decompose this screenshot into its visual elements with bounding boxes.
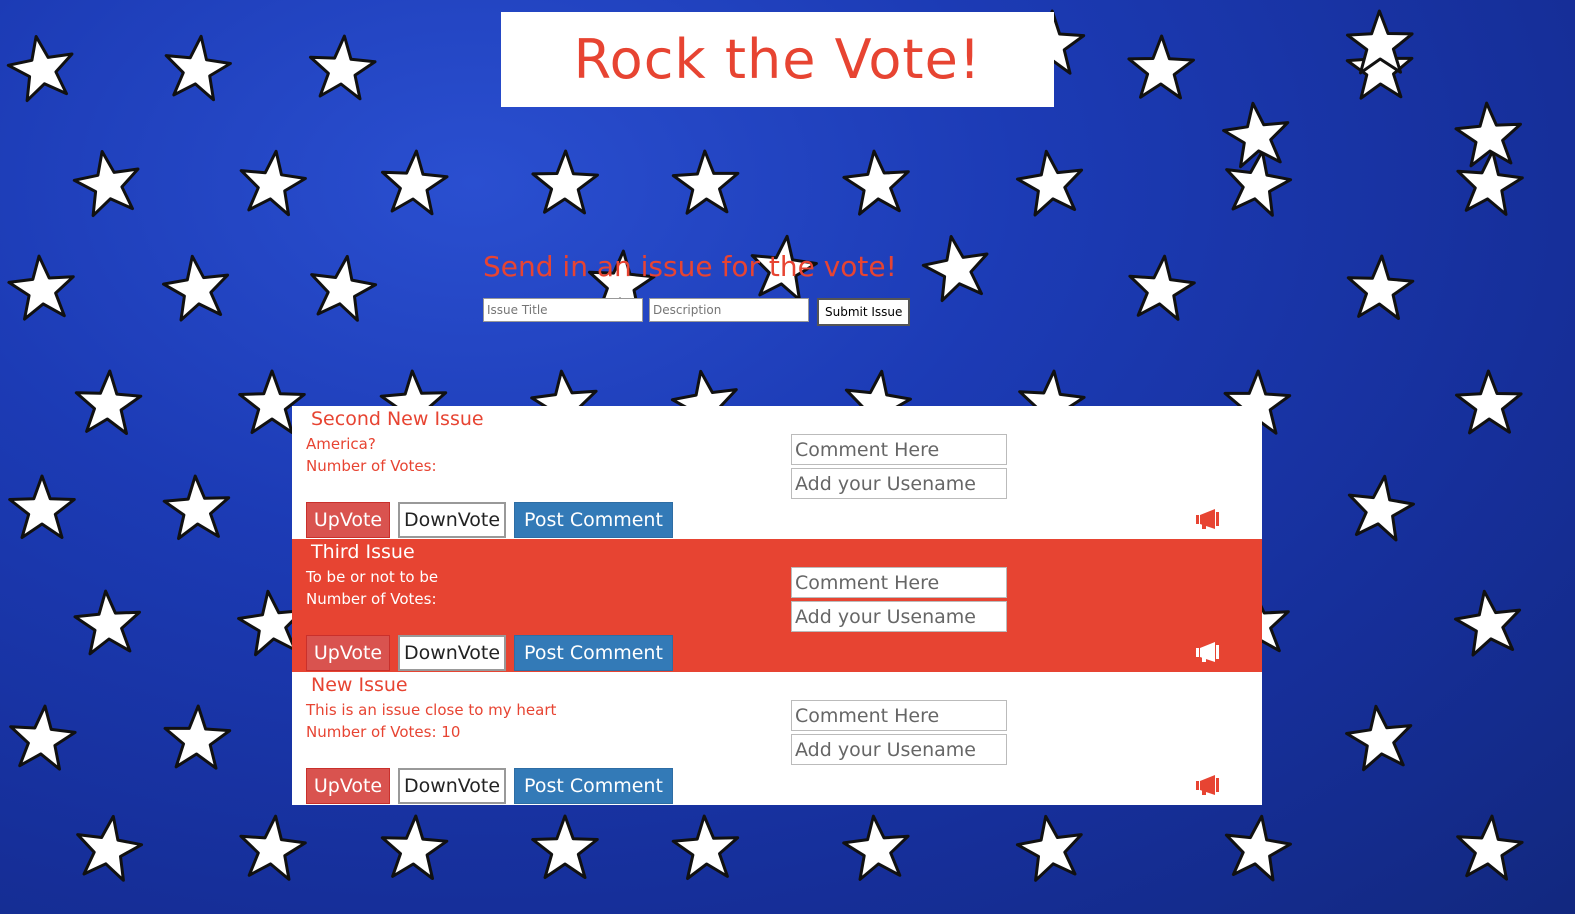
issue-title: New Issue — [311, 674, 408, 696]
post-comment-button[interactable]: Post Comment — [514, 768, 673, 804]
star-decoration — [1454, 589, 1522, 657]
star-decoration — [531, 149, 599, 215]
issue-description: America? — [306, 435, 376, 453]
star-decoration — [8, 474, 76, 539]
post-comment-button[interactable]: Post Comment — [514, 635, 673, 671]
star-decoration — [72, 150, 140, 218]
star-decoration — [1016, 149, 1084, 217]
star-decoration — [162, 474, 231, 540]
star-decoration — [309, 34, 377, 101]
issue-description: To be or not to be — [306, 568, 439, 586]
issue-description: This is an issue close to my heart — [306, 701, 557, 719]
star-decoration — [1454, 101, 1522, 168]
star-decoration — [163, 704, 232, 770]
downvote-button[interactable]: DownVote — [398, 502, 506, 538]
star-decoration — [1345, 704, 1413, 772]
issue-vote-count: Number of Votes: — [306, 457, 437, 475]
star-decoration — [1347, 474, 1415, 542]
issue-vote-count: Number of Votes: — [306, 590, 437, 608]
star-decoration — [1015, 814, 1083, 882]
star-decoration — [76, 814, 144, 882]
star-decoration — [1224, 814, 1292, 882]
issue-title: Second New Issue — [311, 408, 484, 430]
star-decoration — [9, 704, 77, 771]
star-decoration — [1456, 149, 1524, 216]
comment-input[interactable] — [791, 434, 1007, 465]
star-decoration — [239, 149, 307, 217]
star-decoration — [381, 149, 449, 216]
star-decoration — [6, 35, 74, 103]
submit-issue-button[interactable]: Submit Issue — [817, 298, 911, 326]
star-decoration — [671, 814, 740, 880]
issue-card: New Issue This is an issue close to my h… — [292, 672, 1262, 805]
comment-input[interactable] — [791, 567, 1007, 598]
comment-input[interactable] — [791, 700, 1007, 731]
upvote-button[interactable]: UpVote — [306, 768, 390, 804]
star-decoration — [1455, 369, 1523, 435]
star-decoration — [74, 369, 143, 435]
star-decoration — [380, 814, 449, 880]
star-decoration — [1128, 254, 1196, 321]
megaphone-icon[interactable] — [1196, 509, 1220, 529]
post-comment-button[interactable]: Post Comment — [514, 502, 673, 538]
username-input[interactable] — [791, 734, 1007, 765]
star-decoration — [164, 34, 232, 102]
issue-vote-count: Number of Votes: 10 — [306, 723, 461, 741]
star-decoration — [1456, 814, 1524, 881]
megaphone-icon[interactable] — [1196, 642, 1220, 662]
issue-description-input[interactable] — [649, 298, 809, 322]
star-decoration — [310, 254, 378, 322]
issue-title-input[interactable] — [483, 298, 643, 322]
submit-issue-form: Submit Issue — [483, 298, 911, 326]
downvote-button[interactable]: DownVote — [398, 768, 506, 804]
star-decoration — [162, 254, 230, 322]
star-decoration — [842, 149, 910, 216]
username-input[interactable] — [791, 468, 1007, 499]
megaphone-icon[interactable] — [1196, 775, 1220, 795]
star-decoration — [671, 149, 740, 215]
star-decoration — [1222, 101, 1290, 169]
title-banner: Rock the Vote! — [501, 12, 1054, 107]
star-decoration — [1127, 34, 1195, 100]
downvote-button[interactable]: DownVote — [398, 635, 506, 671]
star-decoration — [7, 254, 75, 321]
page-title: Rock the Vote! — [573, 28, 982, 91]
star-decoration — [1346, 254, 1415, 320]
username-input[interactable] — [791, 601, 1007, 632]
issue-card: Second New Issue America? Number of Vote… — [292, 406, 1262, 539]
issue-list: Second New Issue America? Number of Vote… — [292, 406, 1262, 805]
star-decoration — [239, 814, 307, 881]
upvote-button[interactable]: UpVote — [306, 502, 390, 538]
upvote-button[interactable]: UpVote — [306, 635, 390, 671]
star-decoration — [531, 814, 599, 879]
star-decoration — [921, 235, 989, 303]
issue-title: Third Issue — [311, 541, 415, 563]
issue-card: Third Issue To be or not to be Number of… — [292, 539, 1262, 672]
submit-issue-heading: Send in an issue for the vote! — [483, 250, 897, 283]
star-decoration — [842, 814, 910, 881]
star-decoration — [73, 589, 141, 656]
